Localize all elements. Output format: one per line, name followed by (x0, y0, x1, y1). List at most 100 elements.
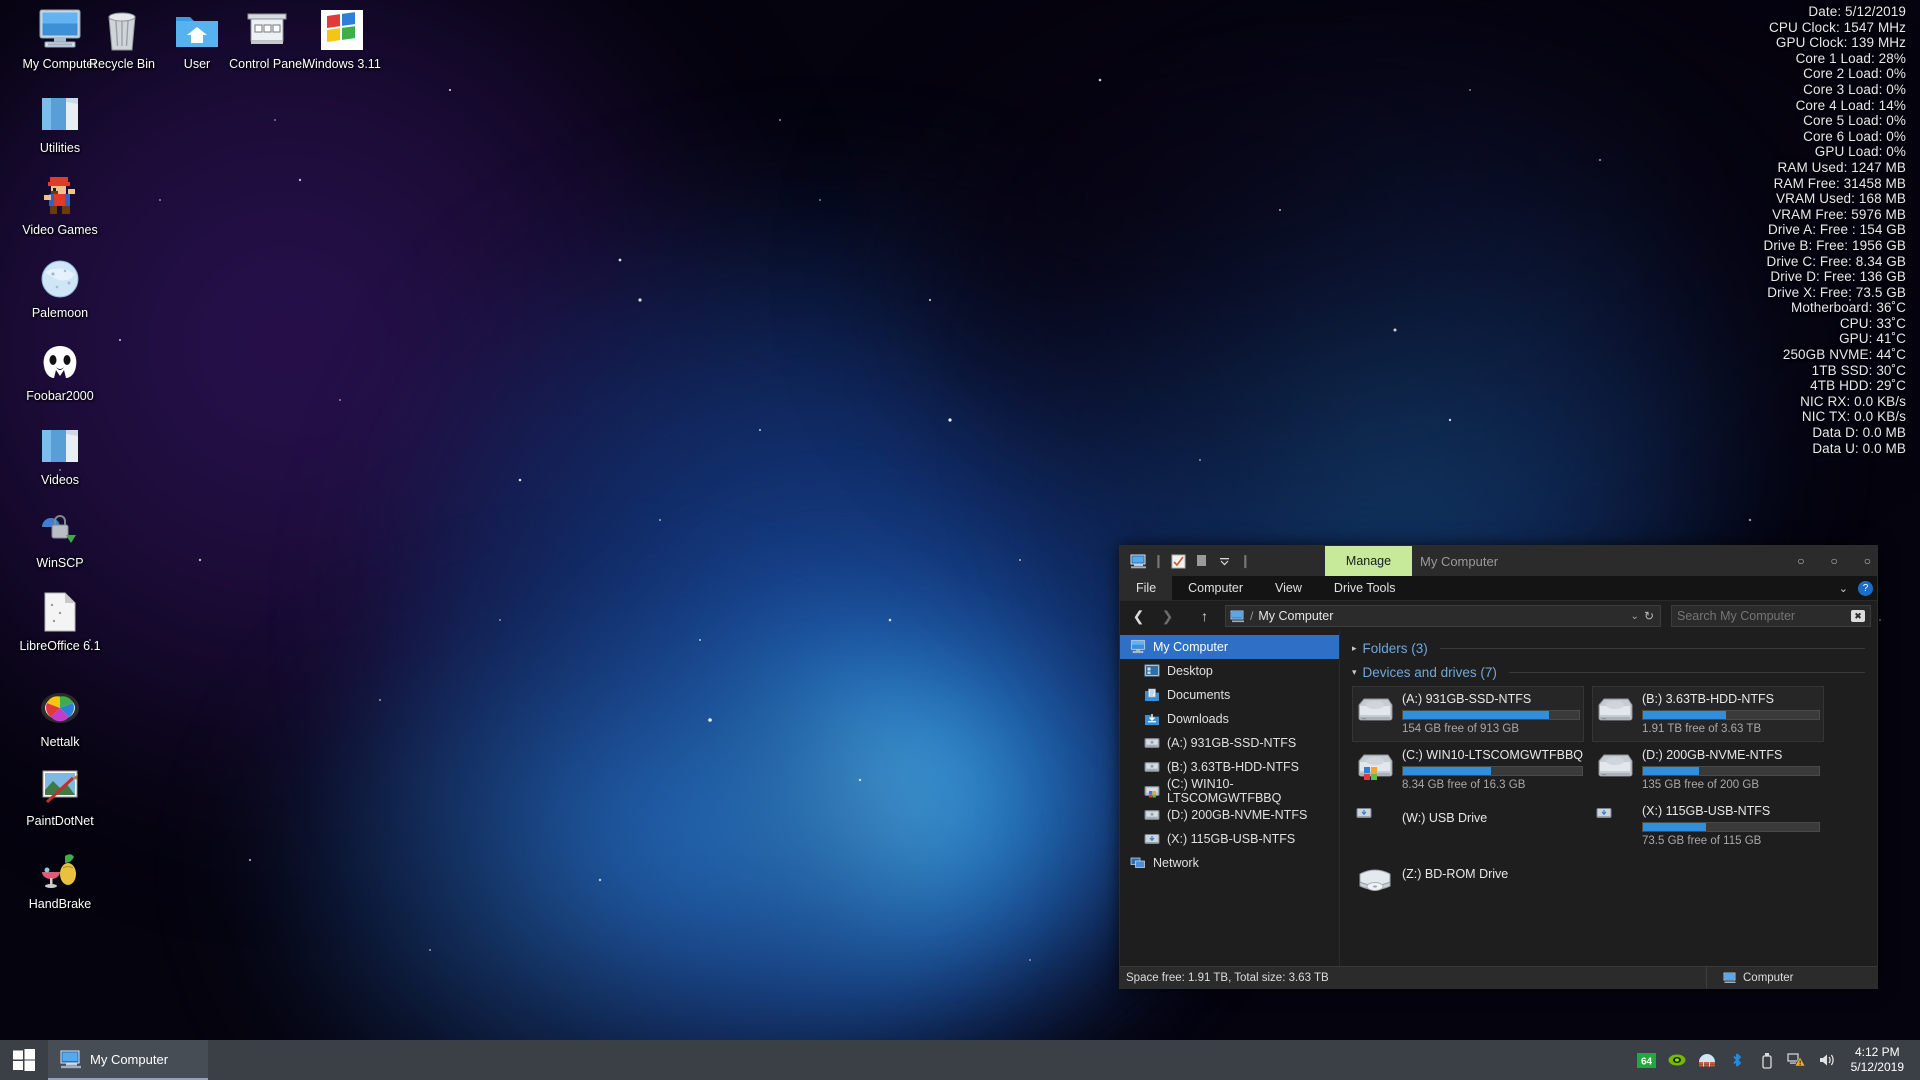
control-panel-icon (243, 6, 291, 54)
stat-line: Core 3 Load: 0% (1803, 81, 1906, 97)
group-header-devices[interactable]: ▾ Devices and drives (7) (1352, 665, 1865, 680)
search-input[interactable] (1677, 609, 1851, 623)
desktop-icon-utilities[interactable]: Utilities (8, 90, 112, 155)
nav-item-label: (A:) 931GB-SSD-NTFS (1167, 736, 1297, 750)
explorer-body: My Computer Desktop Documents Downloads … (1120, 631, 1877, 984)
ribbon-tab-view[interactable]: View (1259, 576, 1318, 600)
help-icon[interactable]: ? (1858, 581, 1873, 596)
new-folder-icon[interactable] (1192, 551, 1212, 571)
drive-tile[interactable]: (A:) 931GB-SSD-NTFS 154 GB free of 913 G… (1352, 686, 1584, 742)
documents-folder-icon (1144, 687, 1160, 703)
refresh-icon[interactable]: ↻ (1644, 609, 1656, 623)
ribbon-tab-drive-tools[interactable]: Drive Tools (1318, 576, 1412, 600)
nav-item-network[interactable]: Network (1120, 851, 1339, 875)
nav-item-desktop[interactable]: Desktop (1120, 659, 1339, 683)
chevron-right-icon[interactable]: ▸ (1352, 643, 1357, 654)
content-pane[interactable]: ▸ Folders (3) ▾ Devices and drives (7) (… (1340, 631, 1877, 984)
file-explorer-window[interactable]: ❙ ❙ Manage My Computer ○ ○ ○ File Comput… (1119, 545, 1878, 989)
ribbon-right-controls[interactable]: ⌄ ? (1839, 576, 1873, 601)
bluetooth-icon[interactable] (1727, 1050, 1747, 1070)
computer-view-icon (1723, 972, 1737, 984)
desktop-icon-palemoon[interactable]: Palemoon (8, 255, 112, 320)
nav-item-x-115gb-usb-ntfs[interactable]: (X:) 115GB-USB-NTFS (1120, 827, 1339, 851)
drive-capacity-bar (1402, 766, 1584, 776)
volume-icon[interactable] (1817, 1050, 1837, 1070)
status-bar: Space free: 1.91 TB, Total size: 3.63 TB… (1120, 966, 1877, 989)
ribbon-tab-computer[interactable]: Computer (1172, 576, 1259, 600)
toolbar-divider-2: ❙ (1239, 553, 1251, 568)
nav-item-d-200gb-nvme-ntfs[interactable]: (D:) 200GB-NVME-NTFS (1120, 803, 1339, 827)
minimize-button[interactable]: ○ (1797, 554, 1804, 568)
desktop-icon-videos[interactable]: Videos (8, 422, 112, 487)
address-dropdown-icon[interactable]: ⌄ (1631, 611, 1639, 622)
nav-item-a-931gb-ssd-ntfs[interactable]: (A:) 931GB-SSD-NTFS (1120, 731, 1339, 755)
desktop-icon-nettalk[interactable]: Nettalk (8, 684, 112, 749)
address-bar[interactable]: / My Computer ⌄ ↻ (1225, 605, 1661, 627)
computer-icon[interactable] (1128, 551, 1148, 571)
drive-info: (D:) 200GB-NVME-NTFS 135 GB free of 200 … (1642, 746, 1820, 791)
network-warning-icon[interactable] (1787, 1050, 1807, 1070)
quick-access-toolbar[interactable]: ❙ ❙ (1122, 551, 1253, 571)
manage-contextual-tab[interactable]: Manage (1325, 546, 1412, 576)
taskbar-item-my-computer[interactable]: My Computer (48, 1040, 208, 1080)
drive-tile[interactable]: (C:) WIN10-LTSCOMGWTFBBQ 8.34 GB free of… (1352, 742, 1584, 798)
nav-item-label: (B:) 3.63TB-HDD-NTFS (1167, 760, 1299, 774)
chevron-down-icon[interactable] (1215, 551, 1235, 571)
usb-eject-icon[interactable] (1757, 1050, 1777, 1070)
group-header-folders[interactable]: ▸ Folders (3) (1352, 641, 1865, 656)
64bit-checker-icon[interactable]: 64 (1637, 1050, 1657, 1070)
stat-line: Drive B: Free: 1956 GB (1763, 237, 1906, 253)
drive-info: (X:) 115GB-USB-NTFS 73.5 GB free of 115 … (1642, 802, 1820, 847)
ribbon-tab-file[interactable]: File (1120, 576, 1173, 600)
nav-item-label: My Computer (1153, 640, 1229, 654)
nav-item-c-win10-ltscomgwtfbbq[interactable]: (C:) WIN10-LTSCOMGWTFBBQ (1120, 777, 1339, 805)
address-path-text[interactable]: My Computer (1258, 609, 1625, 623)
desktop-icon-libreoffice-6-1[interactable]: LibreOffice 6.1 (8, 588, 112, 653)
drive-tile[interactable]: (W:) USB Drive (1352, 798, 1584, 854)
ribbon-tab-list[interactable]: File Computer View Drive Tools (1120, 576, 1412, 600)
desktop-icon-windows-3-11[interactable]: Windows 3.11 (290, 6, 394, 71)
close-button[interactable]: ○ (1864, 554, 1871, 568)
back-button[interactable]: ❮ (1126, 605, 1151, 627)
navigation-bar[interactable]: ❮ ❯ ↑ / My Computer ⌄ ↻ ✖ (1120, 601, 1877, 631)
desktop-icon-label: Video Games (22, 223, 98, 237)
forward-button[interactable]: ❯ (1155, 605, 1180, 627)
desktop-icon-paintdotnet[interactable]: PaintDotNet (8, 763, 112, 828)
start-button[interactable] (0, 1040, 48, 1080)
taskbar[interactable]: My Computer 64 4:12 PM 5/12/2019 (0, 1040, 1920, 1080)
window-controls[interactable]: ○ ○ ○ (1797, 546, 1871, 576)
up-button[interactable]: ↑ (1192, 605, 1217, 627)
drive-capacity-bar (1642, 822, 1820, 832)
nav-item-b-3-63tb-hdd-ntfs[interactable]: (B:) 3.63TB-HDD-NTFS (1120, 755, 1339, 779)
recycle-bin-icon (98, 6, 146, 54)
windows-hdd-icon (1356, 750, 1394, 784)
maximize-button[interactable]: ○ (1831, 554, 1838, 568)
search-box[interactable]: ✖ (1671, 605, 1871, 627)
nav-item-downloads[interactable]: Downloads (1120, 707, 1339, 731)
firewall-icon[interactable] (1697, 1050, 1717, 1070)
drive-tile[interactable]: (X:) 115GB-USB-NTFS 73.5 GB free of 115 … (1592, 798, 1824, 854)
taskbar-clock[interactable]: 4:12 PM 5/12/2019 (1847, 1045, 1912, 1075)
drive-tile[interactable]: (Z:) BD-ROM Drive (1352, 854, 1584, 910)
chevron-down-icon[interactable]: ▾ (1352, 667, 1357, 678)
ribbon-collapse-icon[interactable]: ⌄ (1839, 582, 1848, 595)
status-view-mode[interactable]: Computer (1707, 972, 1877, 984)
nav-item-my-computer[interactable]: My Computer (1120, 635, 1339, 659)
nvidia-icon[interactable] (1667, 1050, 1687, 1070)
system-tray[interactable]: 64 4:12 PM 5/12/2019 (1637, 1040, 1920, 1080)
nav-item-documents[interactable]: Documents (1120, 683, 1339, 707)
desktop-icon-handbrake[interactable]: HandBrake (8, 846, 112, 911)
desktop-icon-winscp[interactable]: WinSCP (8, 505, 112, 570)
drive-tile[interactable]: (D:) 200GB-NVME-NTFS 135 GB free of 200 … (1592, 742, 1824, 798)
nettalk-icon (36, 684, 84, 732)
navigation-pane[interactable]: My Computer Desktop Documents Downloads … (1120, 631, 1340, 984)
desktop-icon-grid: My Computer Recycle Bin User Control Pan… (0, 0, 381, 1000)
desktop-icon-video-games[interactable]: Video Games (8, 172, 112, 237)
desktop-icon-foobar2000[interactable]: Foobar2000 (8, 338, 112, 403)
properties-icon[interactable] (1169, 551, 1189, 571)
window-titlebar[interactable]: ❙ ❙ Manage My Computer ○ ○ ○ (1120, 546, 1877, 576)
clear-search-icon[interactable]: ✖ (1851, 610, 1865, 622)
drive-tile-list[interactable]: (A:) 931GB-SSD-NTFS 154 GB free of 913 G… (1352, 686, 1865, 910)
drive-tile[interactable]: (B:) 3.63TB-HDD-NTFS 1.91 TB free of 3.6… (1592, 686, 1824, 742)
ribbon-tabstrip[interactable]: File Computer View Drive Tools ⌄ ? (1120, 576, 1877, 601)
